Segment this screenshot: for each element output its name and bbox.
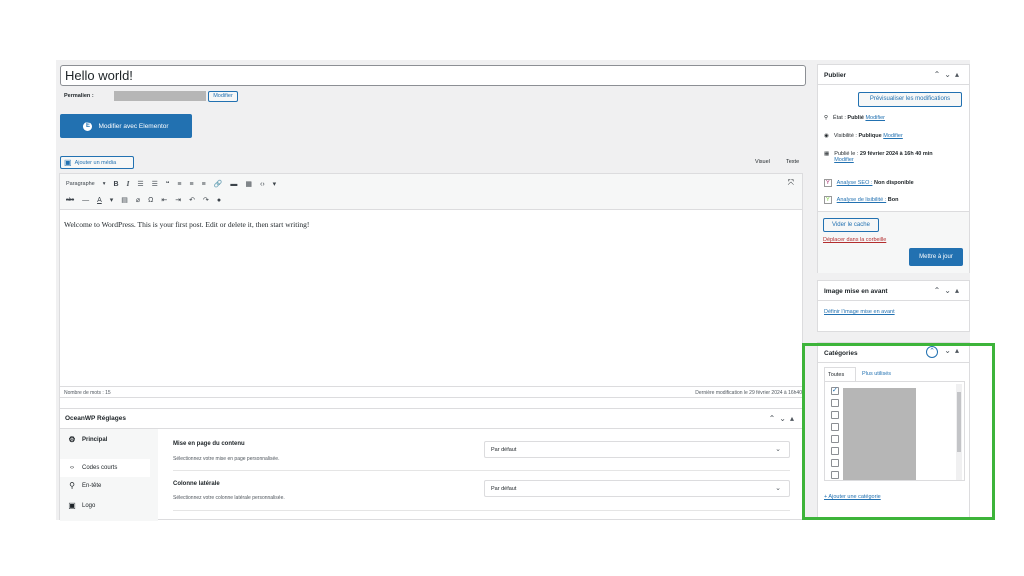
align-center-icon[interactable]: ≡ <box>189 181 193 188</box>
nav-item-principal[interactable]: ⚙ Principal <box>67 435 107 444</box>
nav-label: Codes courts <box>82 465 118 471</box>
edit-with-elementor-button[interactable]: E Modifier avec Elementor <box>60 114 192 138</box>
fullscreen-icon[interactable]: ⤧ <box>788 178 794 188</box>
setting-title: Colonne latérale <box>173 481 220 487</box>
image-icon: ▣ <box>68 501 76 510</box>
visibility-modify-link[interactable]: Modifier <box>883 133 903 139</box>
divider <box>173 510 790 511</box>
elementor-button-label: Modifier avec Elementor <box>98 122 169 130</box>
post-title-input[interactable]: Hello world! <box>60 65 806 86</box>
horizontal-line-icon[interactable]: — <box>82 197 89 204</box>
published-modify-link[interactable]: Modifier <box>834 157 854 163</box>
content-layout-select[interactable]: Par défaut ⌄ <box>484 441 790 458</box>
elementor-icon: E <box>83 121 93 131</box>
setting-desc: Sélectionnez votre colonne latérale pers… <box>173 495 285 501</box>
help-icon[interactable]: ● <box>217 197 221 204</box>
pin-icon: ⚲ <box>824 115 829 121</box>
clear-cache-button[interactable]: Vider le cache <box>823 218 879 232</box>
align-left-icon[interactable]: ≡ <box>177 181 181 188</box>
add-media-label: Ajouter un média <box>74 159 117 166</box>
state-row: ⚲ État : Publié Modifier <box>824 115 886 121</box>
indent-icon[interactable]: ⇥ <box>175 196 181 204</box>
code-icon[interactable]: ‹› <box>260 181 265 188</box>
quote-icon[interactable]: “ <box>166 181 170 188</box>
chevron-down-icon[interactable]: ▾ <box>273 180 277 188</box>
editor-toolbar: Paragraphe ▾ B I ☰ ☰ “ ≡ ≡ ≡ 🔗 ▬ ▦ ‹› ▾ a… <box>60 174 802 210</box>
yoast-icon: Y <box>824 179 832 187</box>
panel-controls-icon[interactable]: ⌃⌄▴ <box>934 286 963 295</box>
nav-item-en-tete[interactable]: ⚲ En-tête <box>67 481 101 490</box>
bullet-list-icon[interactable]: ☰ <box>137 180 143 188</box>
publish-actions: Vider le cache Déplacer dans la corbeill… <box>818 211 969 273</box>
numbered-list-icon[interactable]: ☰ <box>152 180 158 188</box>
gear-icon: ⚙ <box>68 435 76 444</box>
word-count: Nombre de mots : 15 <box>64 390 111 396</box>
undo-icon[interactable]: ↶ <box>189 196 195 204</box>
setting-desc: Sélectionnez votre mise en page personna… <box>173 456 280 462</box>
redo-icon[interactable]: ↷ <box>203 196 209 204</box>
add-media-button[interactable]: ▣ Ajouter un média <box>60 156 134 169</box>
sidebar-select[interactable]: Par défaut ⌄ <box>484 480 790 497</box>
preview-button[interactable]: Prévisualiser les modifications <box>858 92 962 107</box>
readability-link[interactable]: Analyse de lisibilité : <box>837 197 887 203</box>
format-select[interactable]: Paragraphe ▾ <box>66 181 106 187</box>
seo-row: Y Analyse SEO : Non disponible <box>824 179 914 187</box>
oceanwp-title: OceanWP Réglages <box>60 409 802 429</box>
chevron-down-icon: ▾ <box>102 181 106 187</box>
nav-item-codes-courts[interactable]: ‹› Codes courts <box>60 459 150 477</box>
media-icon: ▣ <box>64 158 72 167</box>
nav-label: Logo <box>82 502 96 509</box>
permalink-label: Permalien : <box>64 93 94 99</box>
permalink-url-redacted <box>114 91 206 101</box>
strikethrough-icon[interactable]: abc <box>66 197 74 203</box>
align-right-icon[interactable]: ≡ <box>202 181 206 188</box>
nav-item-logo[interactable]: ▣ Logo <box>67 501 95 510</box>
nav-label: En-tête <box>82 482 102 489</box>
bold-icon[interactable]: B <box>114 181 119 188</box>
outdent-icon[interactable]: ⇤ <box>161 196 167 204</box>
link-icon[interactable]: 🔗 <box>214 180 223 188</box>
divider <box>173 470 790 471</box>
code-icon: ‹› <box>70 465 74 471</box>
italic-icon[interactable]: I <box>127 180 130 188</box>
text-color-icon[interactable]: A <box>97 197 102 204</box>
panel-controls-icon[interactable]: ⌃⌄▴ <box>934 70 963 79</box>
publish-panel: Publier ⌃⌄▴ Prévisualiser les modificati… <box>817 64 970 273</box>
special-char-icon[interactable]: Ω <box>148 197 153 204</box>
chevron-down-icon[interactable]: ▾ <box>110 196 114 204</box>
visibility-row: ◉ Visibilité : Publique Modifier <box>824 133 903 139</box>
box-controls-icon[interactable]: ⌃⌄▴ <box>769 414 798 423</box>
categories-highlight-box <box>802 343 995 520</box>
tab-text[interactable]: Texte <box>786 159 799 165</box>
yoast-icon: Y <box>824 196 832 204</box>
editor-status-bar: Nombre de mots : 15 Dernière modificatio… <box>59 386 803 398</box>
update-button[interactable]: Mettre à jour <box>909 248 963 266</box>
featured-image-panel: Image mise en avant ⌃⌄▴ Définir l’image … <box>817 280 970 332</box>
toolbar-toggle-icon[interactable]: ▦ <box>245 180 252 188</box>
state-modify-link[interactable]: Modifier <box>865 115 885 121</box>
oceanwp-settings-box: OceanWP Réglages ⌃⌄▴ ⚙ Principal ‹› Code… <box>59 408 803 521</box>
set-featured-image-link[interactable]: Définir l’image mise en avant <box>824 309 895 315</box>
trash-link[interactable]: Déplacer dans la corbeille <box>823 237 886 243</box>
readability-row: Y Analyse de lisibilité : Bon <box>824 196 899 204</box>
last-modified: Dernière modification le 29 février 2024… <box>695 390 802 396</box>
nav-label: Principal <box>82 436 108 443</box>
tab-visual[interactable]: Visuel <box>755 159 770 165</box>
chevron-down-icon: ⌄ <box>775 485 781 492</box>
oceanwp-nav: ⚙ Principal ‹› Codes courts ⚲ En-tête ▣ … <box>60 429 158 521</box>
setting-title: Mise en page du contenu <box>173 441 245 447</box>
chevron-down-icon: ⌄ <box>775 446 781 453</box>
paste-text-icon[interactable]: ▤ <box>121 196 128 204</box>
permalink-modify-button[interactable]: Modifier <box>208 91 238 102</box>
post-content[interactable]: Welcome to WordPress. This is your first… <box>64 220 309 229</box>
pin-icon: ⚲ <box>69 481 75 490</box>
seo-link[interactable]: Analyse SEO : <box>837 180 873 186</box>
more-tag-icon[interactable]: ▬ <box>230 181 237 188</box>
eye-icon: ◉ <box>824 133 829 139</box>
calendar-icon: ▦ <box>824 151 830 157</box>
published-row: ▦ Publié le : 29 février 2024 à 16h 40 m… <box>824 151 933 163</box>
clear-formatting-icon[interactable]: ⌀ <box>136 196 140 204</box>
